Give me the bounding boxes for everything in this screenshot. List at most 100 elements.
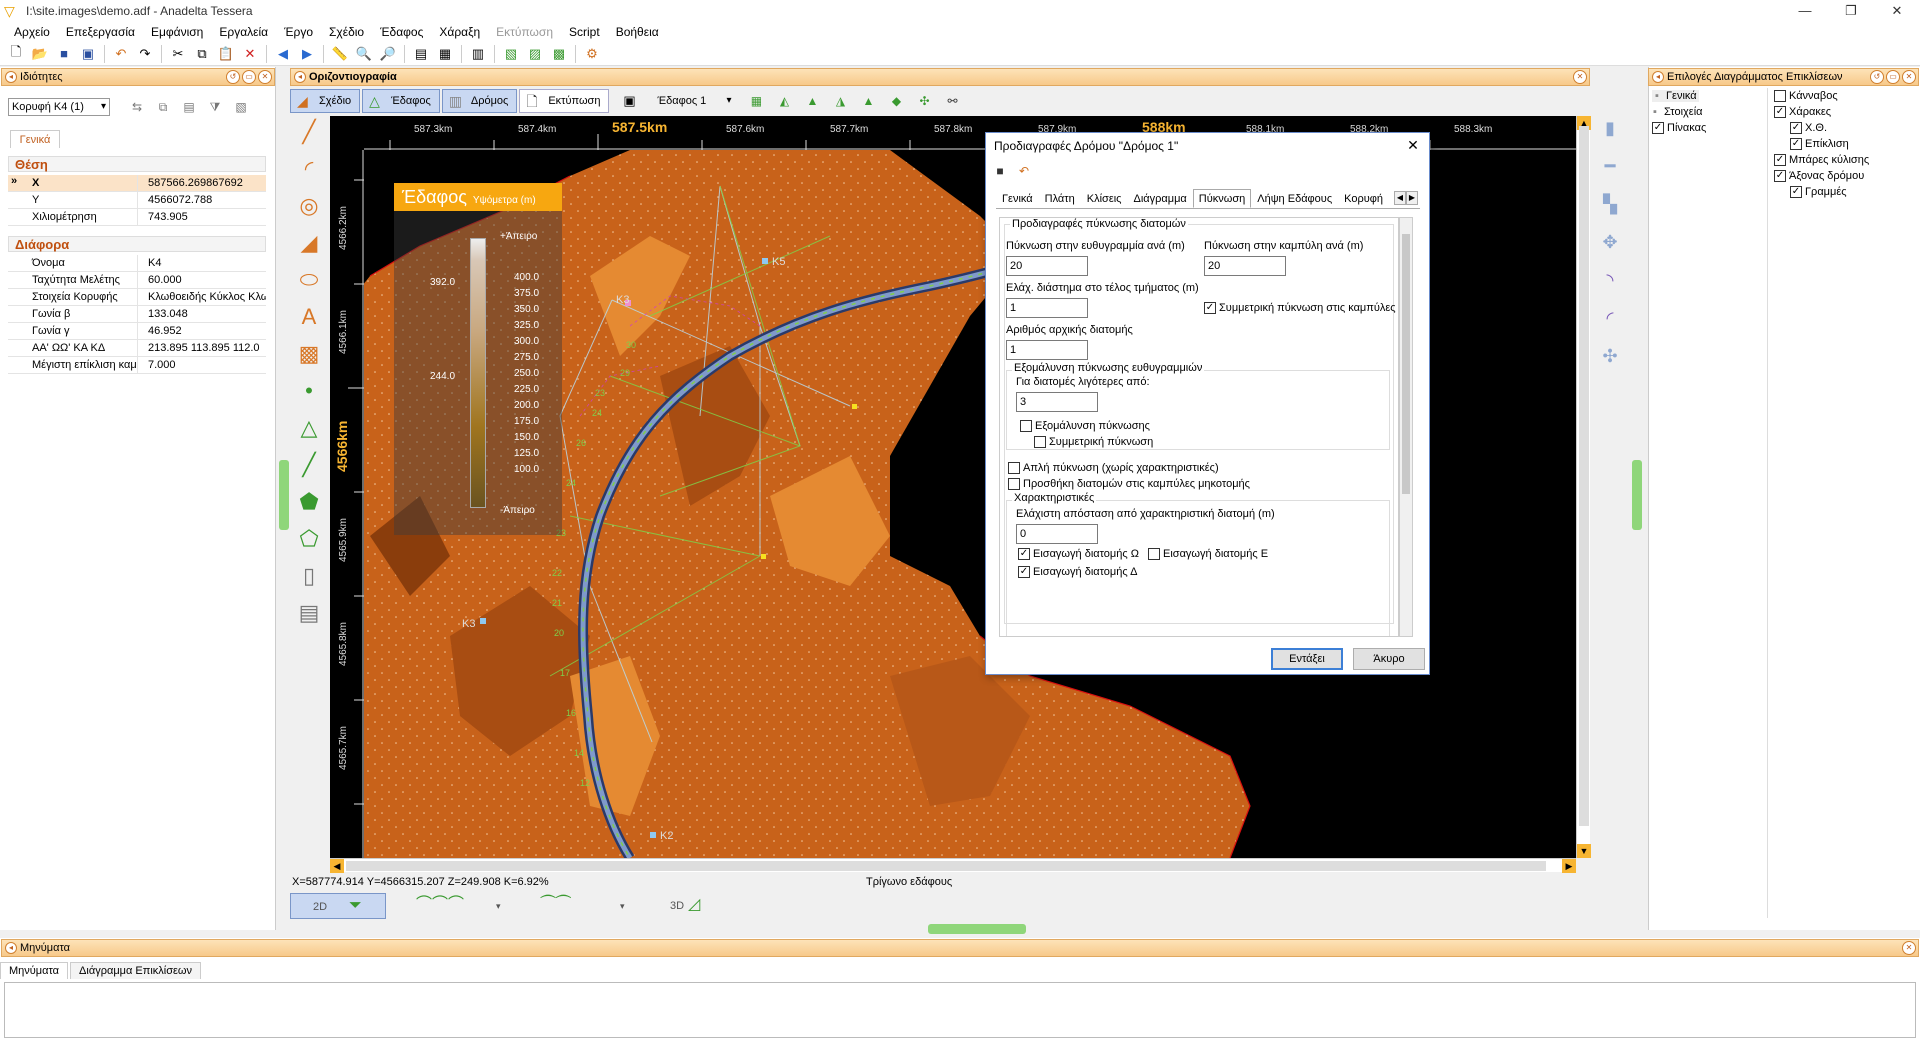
panel-menu-icon[interactable]: ◂ xyxy=(5,942,17,954)
options-category-table[interactable]: ✓ Πίνακας xyxy=(1652,122,1706,134)
section-misc[interactable]: Διάφορα xyxy=(8,236,266,252)
option-chainage[interactable]: ✓ Χ.Θ. xyxy=(1790,122,1827,134)
tool-node-icon[interactable]: ✥ xyxy=(1599,230,1621,254)
prop-row-chainage[interactable]: Χιλιομέτρηση 743.905 xyxy=(8,209,266,226)
curve-tool-icon[interactable]: ◢ xyxy=(295,229,323,257)
dialog-tab-slopes[interactable]: Κλίσεις xyxy=(1081,189,1128,208)
table-view-icon[interactable]: ▤ xyxy=(180,98,198,116)
panel-pin-icon[interactable]: ▭ xyxy=(242,70,256,84)
point-tool-icon[interactable]: • xyxy=(295,377,323,405)
option-lines[interactable]: ✓ Γραμμές xyxy=(1790,186,1847,198)
prop-row-angle-gamma[interactable]: Γωνία γ 46.952 xyxy=(8,323,266,340)
menu-tools[interactable]: Εργαλεία xyxy=(211,22,276,42)
report-tool-icon[interactable]: ▤ xyxy=(295,599,323,627)
properties-icon[interactable]: ▤ xyxy=(411,44,431,64)
object-select[interactable]: Κορυφή Κ4 (1) xyxy=(8,98,110,116)
layers-toggle-icon[interactable]: ▣ xyxy=(619,91,639,111)
open-folder-icon[interactable]: 📂 xyxy=(30,44,50,64)
menu-drawing[interactable]: Σχέδιο xyxy=(321,22,372,42)
view-2d-tab[interactable]: 2D ⏷ xyxy=(290,893,386,919)
cancel-button[interactable]: Άκυρο xyxy=(1353,648,1425,670)
checkbox-checked-icon[interactable]: ✓ xyxy=(1790,122,1802,134)
menu-script[interactable]: Script xyxy=(561,22,608,42)
tab-terrain[interactable]: △ Έδαφος xyxy=(362,89,440,113)
line-tool-icon[interactable]: ╱ xyxy=(295,118,323,146)
dialog-tab-densification[interactable]: Πύκνωση xyxy=(1192,189,1252,208)
map-horizontal-scroll-thumb[interactable] xyxy=(346,861,1546,871)
layers-icon[interactable]: ▦ xyxy=(435,44,455,64)
tool-move-icon[interactable]: ✣ xyxy=(1599,344,1621,368)
menu-help[interactable]: Βοήθεια xyxy=(608,22,667,42)
paste-icon[interactable]: 📋 xyxy=(216,44,236,64)
tool-curve2-icon[interactable]: ◜ xyxy=(1599,306,1621,330)
terrain-contour-icon[interactable]: ◭ xyxy=(775,92,793,110)
filter-icon[interactable]: ⧩ xyxy=(206,98,224,116)
circle-tool-icon[interactable]: ◎ xyxy=(295,192,323,220)
copy-icon[interactable]: ⧉ xyxy=(192,44,212,64)
prop-row-angle-beta[interactable]: Γωνία β 133.048 xyxy=(8,306,266,323)
scroll-right-icon[interactable]: ▶ xyxy=(1562,859,1576,873)
terrain-elevation-icon[interactable]: ◆ xyxy=(887,92,905,110)
maximize-button[interactable]: ❐ xyxy=(1828,0,1874,22)
terrain-select[interactable]: Έδαφος 1 xyxy=(651,90,735,112)
hatch-tool-icon[interactable]: ▩ xyxy=(295,340,323,368)
menu-alignment[interactable]: Χάραξη xyxy=(431,22,488,42)
dialog-scroll-thumb[interactable] xyxy=(1402,234,1410,494)
option-road-axis[interactable]: ✓ Άξονας δρόμου xyxy=(1774,170,1864,182)
prop-row-name[interactable]: Όνομα K4 xyxy=(8,255,266,272)
zoom-window-icon[interactable]: 🔎 xyxy=(378,44,398,64)
panel-options-icon[interactable]: ↺ xyxy=(226,70,240,84)
dialog-close-icon[interactable]: ✕ xyxy=(1403,135,1423,155)
tab-general[interactable]: Γενικά xyxy=(10,130,60,148)
checkbox-checked-icon[interactable]: ✓ xyxy=(1774,106,1786,118)
messages-panel-close-icon[interactable]: ✕ xyxy=(1902,941,1916,955)
panel-close-icon[interactable]: ✕ xyxy=(258,70,272,84)
tool-line-icon[interactable]: ━ xyxy=(1599,154,1621,178)
tab-messages[interactable]: Μηνύματα xyxy=(0,962,69,979)
checkbox-unchecked-icon[interactable] xyxy=(1774,90,1786,102)
min-characteristic-distance-input[interactable]: 0 xyxy=(1016,524,1098,544)
prop-row-vertex-elements[interactable]: Στοιχεία Κορυφής Κλωθοειδής Κύκλος Κλωθ xyxy=(8,289,266,306)
redo-icon[interactable]: ↷ xyxy=(135,44,155,64)
start-section-number-input[interactable]: 1 xyxy=(1006,340,1088,360)
dialog-save-icon[interactable]: ■ xyxy=(992,163,1008,179)
back-icon[interactable]: ◀ xyxy=(273,44,293,64)
menu-edit[interactable]: Επεξεργασία xyxy=(58,22,143,42)
menu-view[interactable]: Εμφάνιση xyxy=(143,22,211,42)
prop-row-clothoid-params[interactable]: ΑΑ' ΩΩ' ΚΑ ΚΔ 213.895 113.895 112.0 xyxy=(8,340,266,357)
profile-curve-sections-checkbox[interactable]: Προσθήκη διατομών στις καμπύλες μηκοτομή… xyxy=(1008,478,1250,490)
prop-row-x[interactable]: » X 587566.269867692 xyxy=(8,175,266,192)
tab-road[interactable]: ▥ Δρόμος xyxy=(441,89,518,113)
tool-step-icon[interactable]: ▚ xyxy=(1599,192,1621,216)
right-panel-collapse-handle[interactable] xyxy=(1632,460,1642,530)
minimize-button[interactable]: — xyxy=(1782,0,1828,22)
panel-pin-icon[interactable]: ▭ xyxy=(1886,70,1900,84)
tab-scroll-left-icon[interactable]: ◀ xyxy=(1394,191,1406,205)
option-superelevation[interactable]: ✓ Επίκλιση xyxy=(1790,138,1849,150)
profile-dropdown-icon[interactable]: ▾ xyxy=(496,893,501,919)
option-rulers[interactable]: ✓ Χάρακες xyxy=(1774,106,1831,118)
dialog-scrollbar[interactable] xyxy=(1399,217,1413,637)
checkbox-checked-icon[interactable]: ✓ xyxy=(1652,122,1664,134)
tab-scroll-right-icon[interactable]: ▶ xyxy=(1406,191,1418,205)
panel-options-icon[interactable]: ↺ xyxy=(1870,70,1884,84)
symmetric-densification-checkbox[interactable]: Συμμετρική πύκνωση xyxy=(1034,436,1153,448)
page-tool-icon[interactable]: ▯ xyxy=(295,562,323,590)
layout-icon[interactable]: ▥ xyxy=(468,44,488,64)
insert-section-delta-checkbox[interactable]: ✓ Εισαγωγή διατομής Δ xyxy=(1018,566,1137,578)
copy-object-icon[interactable]: ⧉ xyxy=(154,98,172,116)
close-button[interactable]: ✕ xyxy=(1874,0,1920,22)
undo-icon[interactable]: ↶ xyxy=(111,44,131,64)
checkbox-checked-icon[interactable]: ✓ xyxy=(1790,186,1802,198)
panel-close-icon[interactable]: ✕ xyxy=(1902,70,1916,84)
delete-icon[interactable]: ✕ xyxy=(240,44,260,64)
checkbox-checked-icon[interactable]: ✓ xyxy=(1774,154,1786,166)
breakline-tool-icon[interactable]: ╱ xyxy=(295,451,323,479)
forward-icon[interactable]: ▶ xyxy=(297,44,317,64)
binoculars-icon[interactable]: ⚯ xyxy=(943,92,961,110)
tool-bar-icon[interactable]: ▮ xyxy=(1599,116,1621,140)
terrain-slope-icon[interactable]: ▲ xyxy=(859,92,877,110)
simple-densification-checkbox[interactable]: Απλή πύκνωση (χωρίς χαρακτηριστικές) xyxy=(1008,462,1219,474)
view-cross-section-tab[interactable]: ⏜⏜ ▾ xyxy=(524,893,634,919)
dialog-tab-vertex[interactable]: Κορυφή xyxy=(1338,189,1389,208)
